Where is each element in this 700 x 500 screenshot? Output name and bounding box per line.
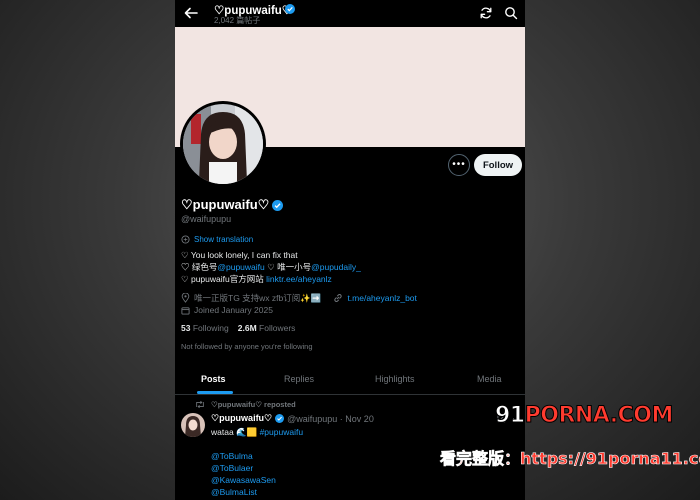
tab-highlights[interactable]: Highlights (375, 374, 415, 384)
post-author-avatar[interactable] (181, 413, 205, 437)
post-handle-time: @waifupupu · Nov 20 (287, 413, 374, 424)
post-author-name[interactable]: ♡pupuwaifu♡ (211, 413, 272, 424)
bio-mention-link[interactable]: @pupudaily_ (311, 262, 361, 272)
following-count: 53 (181, 323, 191, 333)
bio-text: ♡ 唯一小号 (264, 262, 312, 272)
following-link[interactable]: 53 Following (181, 323, 229, 333)
profile-avatar[interactable] (180, 101, 266, 187)
bio-mention-link[interactable]: @pupuwaifu (217, 262, 264, 272)
tab-media[interactable]: Media (477, 374, 502, 384)
profile-handle: @waifupupu (181, 214, 232, 224)
profile-stats: 53 Following 2.6M Followers (181, 323, 295, 333)
followers-label: Followers (259, 323, 296, 333)
post-mention[interactable]: @ToBulma (211, 451, 253, 461)
back-arrow-icon[interactable] (183, 5, 199, 21)
avatar-image (183, 104, 263, 184)
verified-badge-icon (275, 414, 285, 423)
top-bar: ♡pupuwaifu♡ 2,042 篇帖子 (175, 0, 525, 27)
profile-name-row: ♡pupuwaifu♡ (181, 197, 284, 213)
more-options-button[interactable]: ••• (448, 154, 470, 176)
verified-badge-icon (285, 4, 295, 14)
location-text: 唯一正版TG 支持wx zfb订阅✨➡️ (194, 293, 322, 303)
profile-screen: ♡pupuwaifu♡ 2,042 篇帖子 ••• Follow ♡pupuwa… (175, 0, 525, 500)
profile-bio: ♡ You look lonely, I can fix that ♡ 绿色号@… (181, 249, 361, 285)
search-icon[interactable] (504, 6, 518, 20)
post-mention[interactable]: @ToBulaer (211, 463, 253, 473)
followers-count: 2.6M (237, 323, 257, 333)
show-translation-label: Show translation (194, 235, 254, 244)
following-label: Following (192, 323, 229, 333)
tab-posts[interactable]: Posts (201, 374, 226, 384)
watermark-url: 看完整版：https://91porna11.com (440, 449, 700, 469)
show-translation-link[interactable]: Show translation (181, 235, 253, 244)
bio-line-1: ♡ You look lonely, I can fix that (181, 250, 298, 260)
post-mention[interactable]: @BulmaList (211, 487, 257, 497)
post-text: wataa 🌊🟨 #pupuwaifu (211, 427, 303, 438)
watermark-logo-part1: 91 (495, 403, 526, 429)
repost-label: ♡pupuwaifu♡ reposted (211, 400, 296, 409)
link-icon (334, 294, 343, 302)
bio-text: ♡ pupuwaifu官方网站 (181, 274, 267, 284)
refresh-icon[interactable] (479, 6, 493, 20)
profile-meta-location: 唯一正版TG 支持wx zfb订阅✨➡️ t.me/aheyanlz_bot (181, 292, 417, 304)
bio-website-link[interactable]: linktr.ee/aheyanlz (266, 274, 332, 284)
repost-indicator: ♡pupuwaifu♡ reposted (195, 400, 296, 409)
not-followed-note: Not followed by anyone you're following (181, 342, 313, 351)
profile-website-link[interactable]: t.me/aheyanlz_bot (347, 293, 416, 303)
joined-text: Joined January 2025 (194, 305, 273, 315)
tab-replies[interactable]: Replies (284, 374, 314, 384)
post-hashtag[interactable]: #pupuwaifu (260, 427, 303, 437)
repost-icon (196, 400, 204, 409)
post-text-body: wataa 🌊🟨 (211, 427, 260, 437)
header-post-count: 2,042 篇帖子 (214, 16, 261, 25)
bio-text: ♡ 绿色号 (181, 262, 218, 272)
calendar-icon (181, 306, 190, 315)
translate-icon (181, 235, 190, 244)
watermark-logo-part2: PORNA.COM (524, 403, 674, 429)
bio-line-3: ♡ pupuwaifu官方网站 linktr.ee/aheyanlz (181, 273, 361, 285)
post-header: ♡pupuwaifu♡ @waifupupu · Nov 20 (211, 413, 374, 424)
location-pin-icon (181, 293, 190, 303)
watermark-logo: 91PORNA.COM (495, 403, 674, 429)
verified-badge-icon (272, 199, 284, 211)
active-tab-indicator (197, 391, 233, 394)
profile-name: ♡pupuwaifu♡ (181, 197, 270, 212)
post-mention[interactable]: @KawasawaSen (211, 475, 276, 485)
profile-meta-joined: Joined January 2025 (181, 305, 273, 315)
follow-button[interactable]: Follow (474, 154, 522, 176)
followers-link[interactable]: 2.6M Followers (238, 323, 296, 333)
bio-line-2: ♡ 绿色号@pupuwaifu ♡ 唯一小号@pupudaily_ (181, 261, 361, 273)
